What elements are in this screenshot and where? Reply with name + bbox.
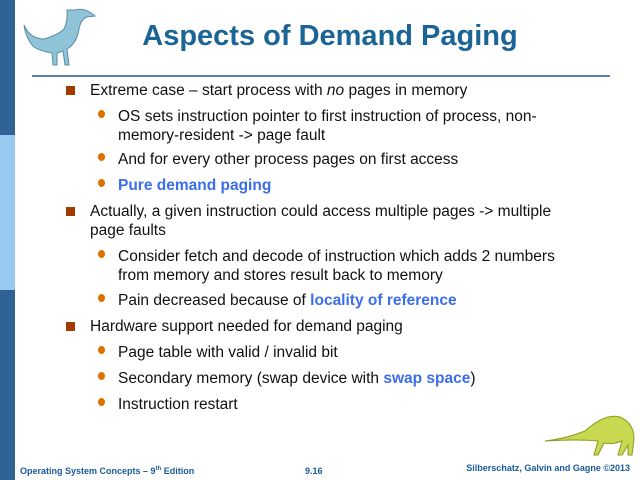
bullet-1-2: And for every other process pages on fir… [118,151,459,168]
dot-bullet-icon [98,179,105,187]
bullet-1-1: OS sets instruction pointer to first ins… [118,108,537,144]
bullet-1-3: Pure demand paging [118,177,272,194]
dot-bullet-icon [98,153,105,161]
dinosaur-logo-bottom [545,415,635,456]
bullet-2: Actually, a given instruction could acce… [90,203,552,239]
footer-authors: Silberschatz, Galvin and Gagne ©2013 [466,463,630,473]
bullet-3-2: Secondary memory (swap device with swap … [118,370,476,387]
square-bullet-icon [66,322,75,331]
dot-bullet-icon [98,398,105,406]
bullet-3: Hardware support needed for demand pagin… [90,318,403,335]
dot-bullet-icon [98,294,105,302]
dot-bullet-icon [98,110,105,118]
bullet-2-2: Pain decreased because of locality of re… [118,292,457,309]
bullet-1: Extreme case – start process with no pag… [90,82,468,99]
dot-bullet-icon [98,250,105,258]
bullet-2-1: Consider fetch and decode of instruction… [118,248,555,284]
slide-number: 9.16 [305,466,323,476]
side-bar-middle [0,135,15,290]
square-bullet-icon [66,207,75,216]
dot-bullet-icon [98,372,105,380]
bullet-3-1: Page table with valid / invalid bit [118,344,338,361]
dot-bullet-icon [98,346,105,354]
title-divider [32,75,610,77]
slide-title: Aspects of Demand Paging [142,20,518,52]
side-bar-bottom [0,290,15,480]
square-bullet-icon [66,86,75,95]
footer-book-title: Operating System Concepts – 9th Edition [20,466,195,476]
bullet-3-3: Instruction restart [118,396,238,413]
